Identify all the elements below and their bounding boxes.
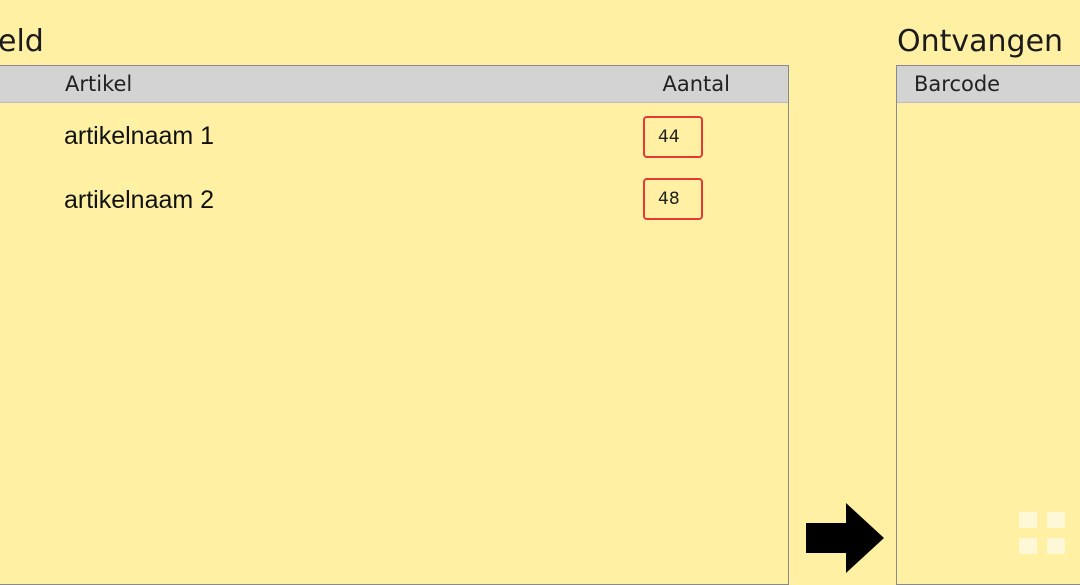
column-header-barcode[interactable]: Barcode (914, 66, 1000, 102)
table-row[interactable]: artikelnaam 2 48 (0, 178, 788, 228)
row-article-name: artikelnaam 1 (64, 122, 215, 150)
received-list-header: Barcode (897, 66, 1080, 103)
row-quantity[interactable]: 48 (643, 178, 703, 220)
column-header-aantal[interactable]: Aantal (663, 66, 730, 102)
article-list-header: Artikel Aantal (0, 66, 788, 103)
article-list-panel: Artikel Aantal artikelnaam 1 44 artikeln… (0, 65, 789, 585)
row-article-name: artikelnaam 2 (64, 186, 215, 214)
table-row[interactable]: artikelnaam 1 44 (0, 114, 788, 164)
row-quantity[interactable]: 44 (643, 116, 703, 158)
column-header-artikel[interactable]: Artikel (65, 66, 132, 102)
right-section-title: Ontvangen (897, 24, 1064, 59)
arrow-right-icon[interactable] (806, 503, 884, 573)
grid-icon[interactable] (1019, 512, 1073, 556)
received-list-panel: Barcode (896, 65, 1080, 585)
left-section-title: eld (0, 24, 44, 59)
